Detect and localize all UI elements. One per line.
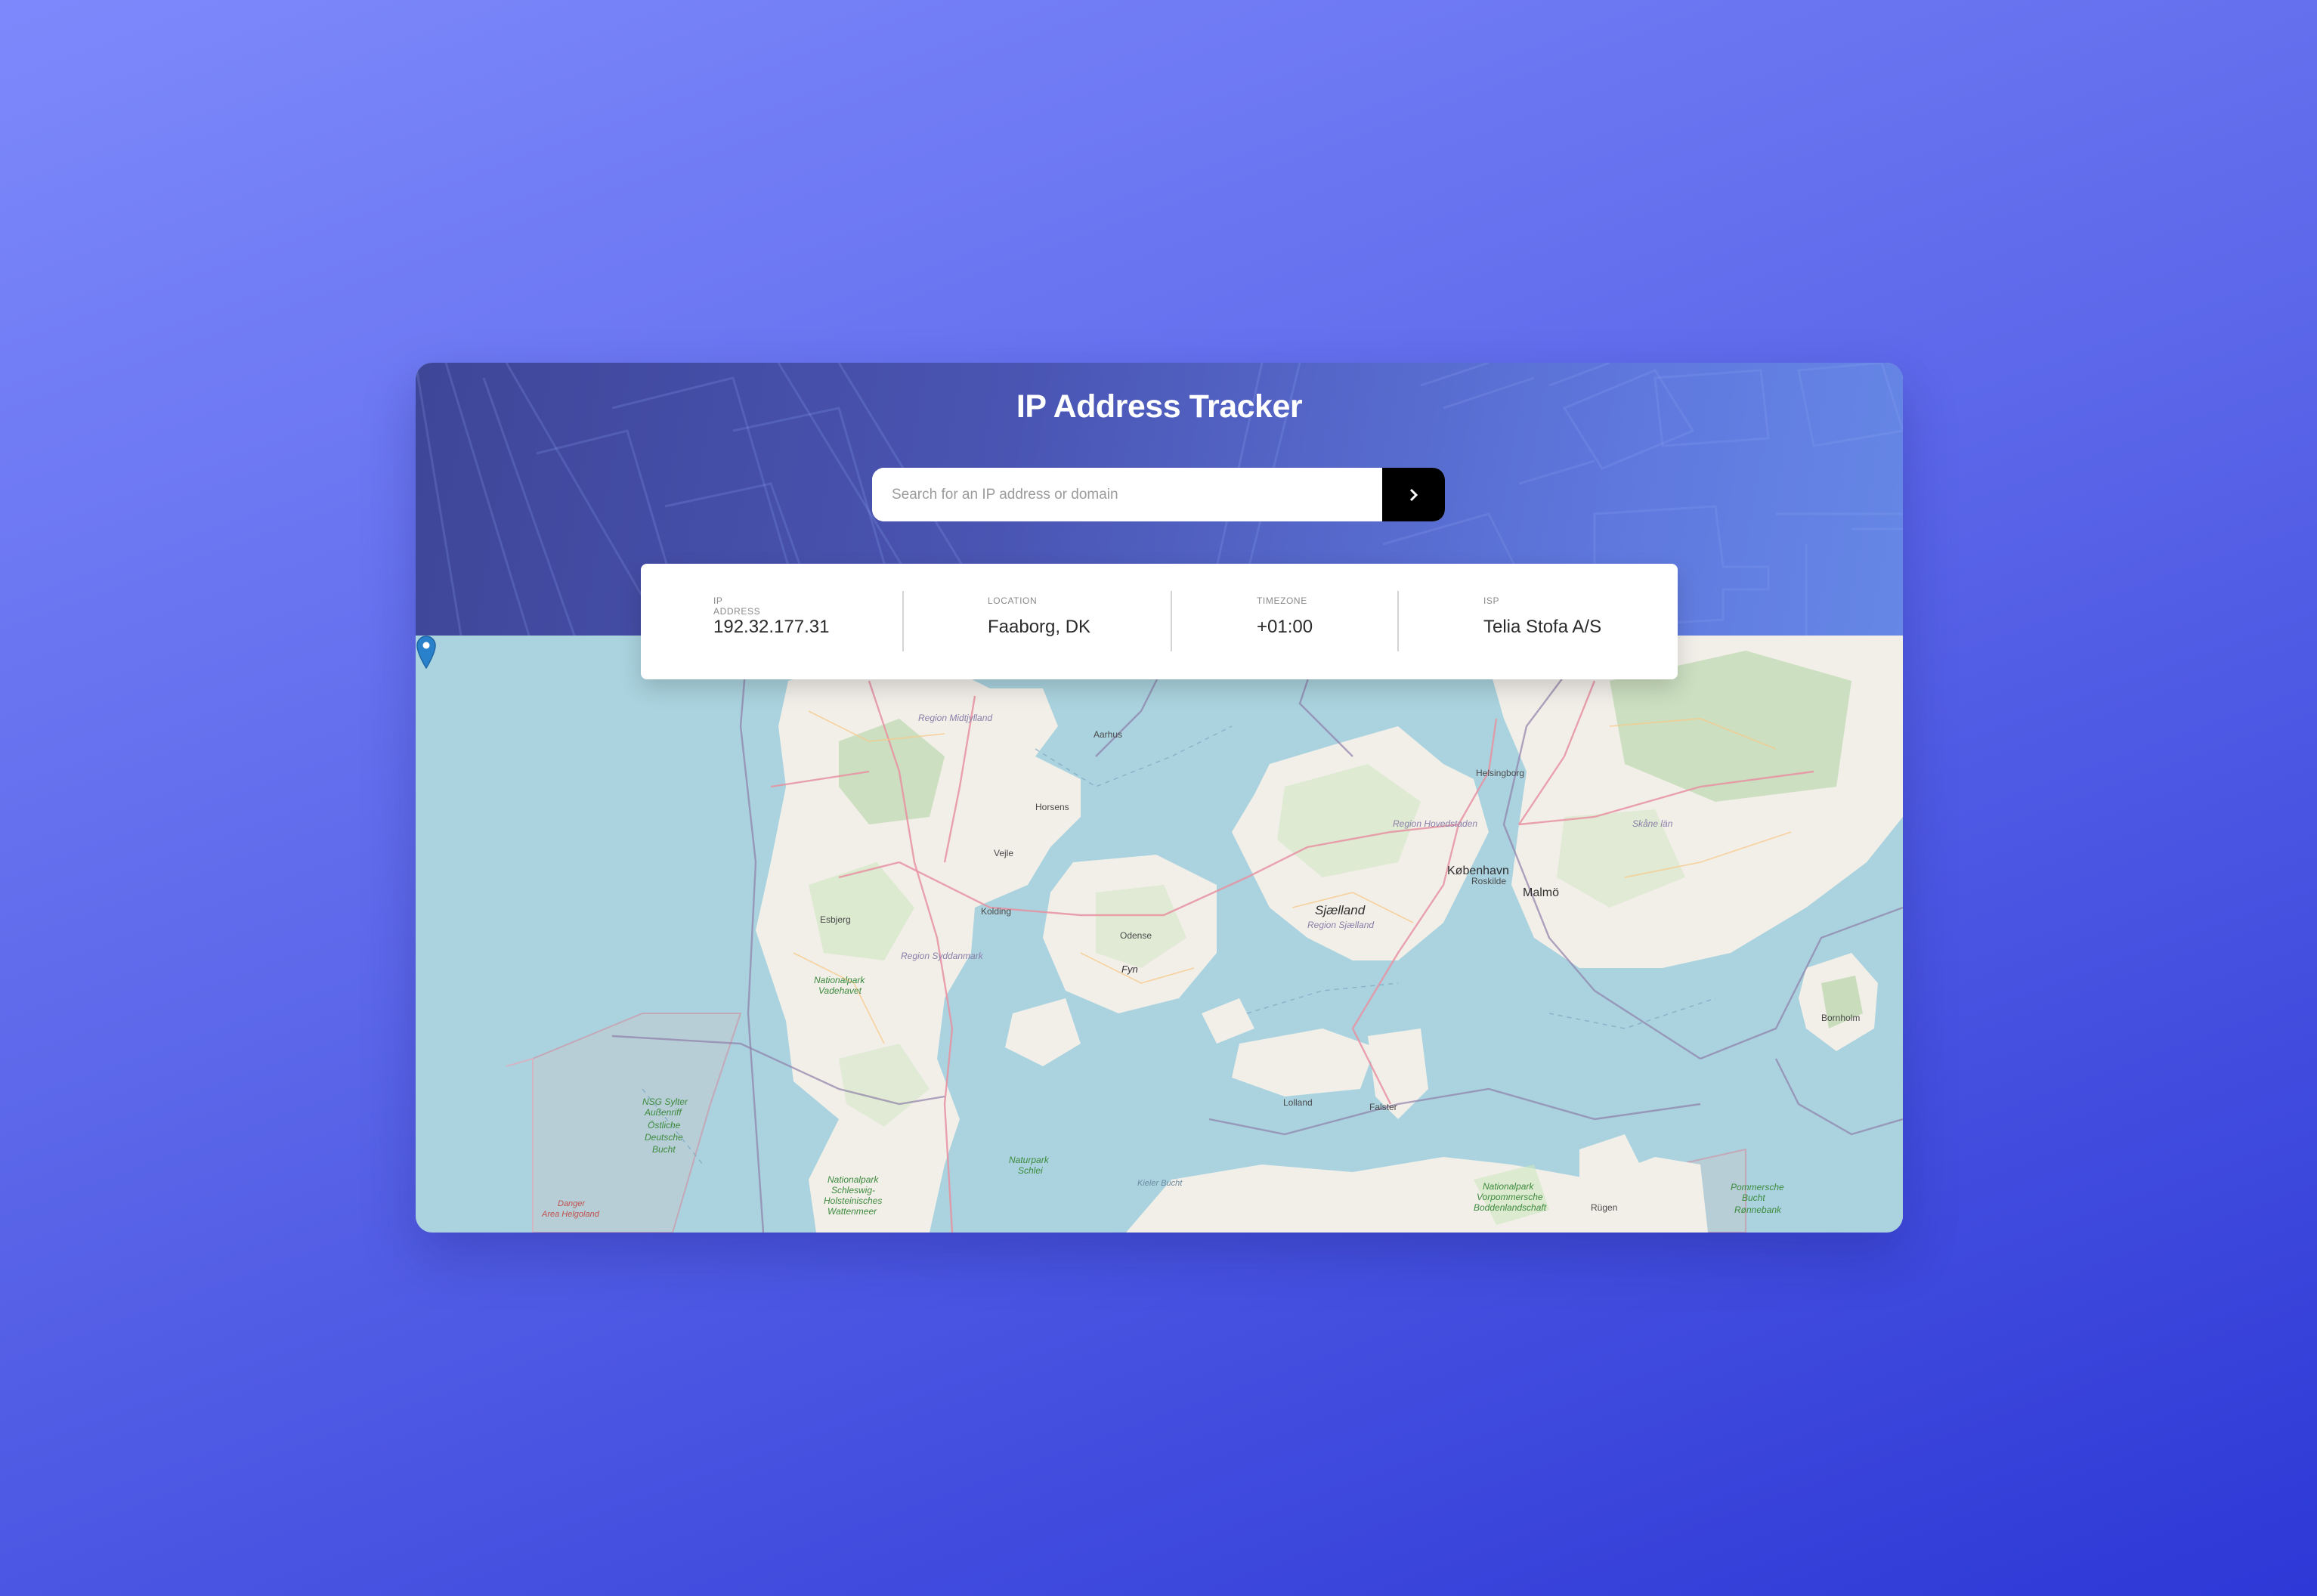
chevron-right-icon bbox=[1409, 488, 1418, 501]
map-label: Roskilde bbox=[1471, 876, 1506, 886]
map-label: Danger bbox=[558, 1199, 586, 1208]
map-label: Vadehavet bbox=[818, 985, 862, 996]
map-canvas: Region Midtjylland Region Syddanmark Reg… bbox=[506, 636, 1903, 1233]
map-label: Schleswig- bbox=[831, 1185, 875, 1195]
ip-address-label: IP ADDRESS bbox=[713, 595, 761, 617]
map-label: Kolding bbox=[981, 906, 1011, 917]
map-label: Horsens bbox=[1035, 802, 1069, 812]
map-view[interactable]: Region Midtjylland Region Syddanmark Reg… bbox=[416, 636, 1903, 1233]
map-label: Rønnebank bbox=[1734, 1205, 1782, 1215]
map-label: Helsingborg bbox=[1476, 768, 1524, 778]
map-label: Bucht bbox=[1742, 1192, 1765, 1203]
map-label: Skåne län bbox=[1632, 818, 1673, 829]
map-label: Malmö bbox=[1523, 886, 1559, 899]
map-label: Odense bbox=[1120, 930, 1152, 941]
tracker-card: IP Address Tracker IP ADDRESS 192.32.177… bbox=[416, 363, 1903, 1233]
divider bbox=[902, 591, 904, 651]
map-label: Holsteinisches bbox=[824, 1195, 882, 1206]
isp-value: Telia Stofa A/S bbox=[1483, 617, 1602, 637]
divider bbox=[1171, 591, 1172, 651]
map-label: Falster bbox=[1369, 1102, 1397, 1112]
page-title: IP Address Tracker bbox=[1016, 388, 1303, 425]
divider bbox=[1397, 591, 1399, 651]
map-label: Kieler Bucht bbox=[1137, 1179, 1183, 1188]
map-label: Area Helgoland bbox=[541, 1210, 600, 1219]
map-label: Region Sjælland bbox=[1307, 920, 1374, 930]
map-label: Lolland bbox=[1283, 1097, 1313, 1108]
isp-label: ISP bbox=[1483, 595, 1500, 606]
map-label: Region Syddanmark bbox=[901, 951, 984, 961]
map-pin-icon[interactable] bbox=[416, 636, 437, 669]
location-label: LOCATION bbox=[988, 595, 1038, 606]
map-label: Sjælland bbox=[1315, 903, 1366, 917]
search-input[interactable] bbox=[872, 468, 1382, 521]
map-label: Bornholm bbox=[1821, 1013, 1860, 1023]
map-label: Außenriff bbox=[644, 1107, 682, 1118]
map-label: Naturpark bbox=[1009, 1155, 1050, 1165]
map-label: Boddenlandschaft bbox=[1474, 1202, 1547, 1213]
map-label: Region Midtjylland bbox=[918, 713, 992, 723]
search-bar bbox=[872, 468, 1445, 521]
map-label: Esbjerg bbox=[820, 914, 851, 925]
map-label: Fyn bbox=[1121, 963, 1138, 975]
map-label: Vejle bbox=[994, 848, 1013, 858]
map-label: Schlei bbox=[1018, 1165, 1043, 1176]
map-label: Nationalpark bbox=[814, 975, 865, 985]
location-value: Faaborg, DK bbox=[988, 617, 1091, 637]
map-label: Nationalpark bbox=[828, 1174, 879, 1185]
ip-info-panel: IP ADDRESS 192.32.177.31 LOCATION Faabor… bbox=[641, 564, 1678, 679]
map-label: Wattenmeer bbox=[828, 1206, 877, 1217]
search-submit-button[interactable] bbox=[1382, 468, 1445, 521]
timezone-value: +01:00 bbox=[1257, 617, 1313, 637]
map-label: Rügen bbox=[1591, 1202, 1617, 1213]
map-label: Aarhus bbox=[1094, 729, 1122, 740]
map-label: Region Hovedstaden bbox=[1393, 818, 1477, 829]
timezone-label: TIMEZONE bbox=[1257, 595, 1307, 606]
map-label: Bucht bbox=[652, 1144, 676, 1155]
map-label: København bbox=[1447, 865, 1509, 877]
map-label: Östliche bbox=[648, 1120, 681, 1130]
map-label: NSG Sylter bbox=[642, 1096, 688, 1107]
map-label: Deutsche bbox=[645, 1132, 683, 1143]
map-label: Nationalpark bbox=[1483, 1181, 1534, 1192]
map-label: Pommersche bbox=[1731, 1182, 1784, 1192]
map-label: Vorpommersche bbox=[1477, 1192, 1543, 1202]
ip-address-value: 192.32.177.31 bbox=[713, 617, 830, 637]
